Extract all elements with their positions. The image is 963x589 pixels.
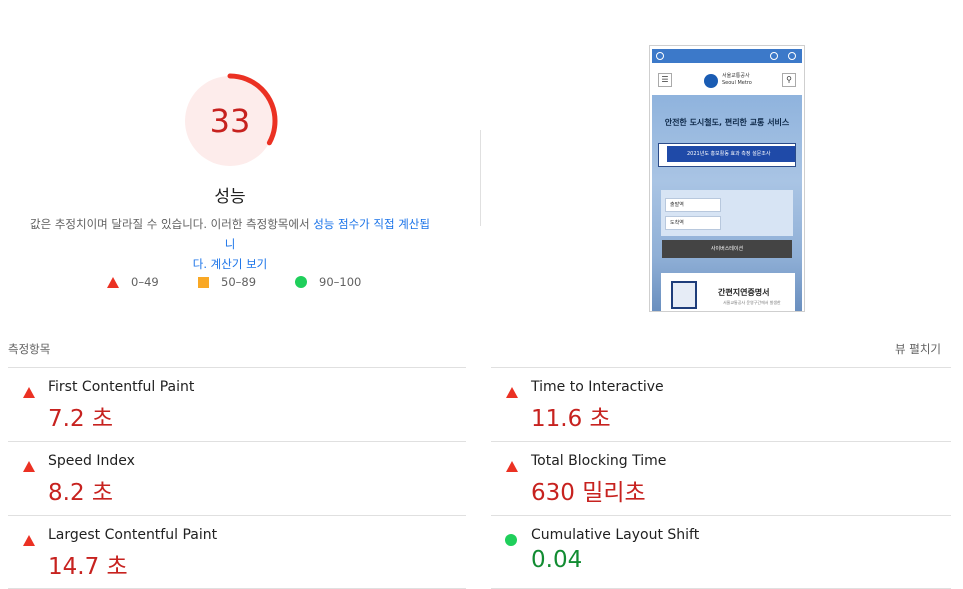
poor-triangle-icon: [23, 457, 35, 476]
screenshot-header: ☰ 서울교통공사 Seoul Metro ⚲: [652, 68, 802, 94]
hamburger-icon: ☰: [658, 73, 672, 87]
good-circle-icon: [505, 531, 517, 550]
expand-view-button[interactable]: 뷰 펼치기: [895, 341, 941, 357]
poor-triangle-icon: [23, 383, 35, 402]
screenshot-banner: 2021년도 홍보활동 효과 측정 설문조사: [658, 143, 796, 167]
screenshot-hero: 안전한 도시철도, 편리한 교통 서비스 2021년도 홍보활동 효과 측정 설…: [652, 95, 802, 311]
search-icon: ⚲: [782, 73, 796, 87]
vertical-divider: [480, 130, 481, 226]
calculator-link[interactable]: 계산기 보기: [211, 257, 268, 271]
metric-speed-index: Speed Index 8.2 초: [8, 441, 466, 515]
performance-score-gauge: 33: [182, 73, 278, 169]
metric-time-to-interactive: Time to Interactive 11.6 초: [491, 367, 951, 441]
legend-good: 90–100: [295, 274, 361, 290]
square-icon: [198, 276, 209, 288]
score-legend: 0–49 50–89 90–100: [0, 274, 460, 290]
poor-triangle-icon: [506, 383, 518, 402]
final-screenshot: ☰ 서울교통공사 Seoul Metro ⚲ 안전한 도시철도, 편리한 교통 …: [649, 45, 805, 312]
screenshot-hero-title: 안전한 도시철도, 편리한 교통 서비스: [664, 118, 790, 127]
metro-logo-icon: [704, 74, 718, 88]
screenshot-arrival-field: 도착역: [665, 216, 721, 230]
certificate-icon: [671, 281, 697, 309]
screenshot-route-panel: 출발역 도착역: [661, 190, 793, 236]
screenshot-cyber-button: 사이버스테이션: [662, 240, 792, 258]
legend-average: 50–89: [198, 274, 256, 290]
metrics-section-label: 측정항목: [8, 342, 51, 356]
metric-largest-contentful-paint: Largest Contentful Paint 14.7 초: [8, 515, 466, 589]
description-text: 값은 추정치이며 달라질 수 있습니다. 이러한 측정항목에서: [30, 217, 314, 231]
metric-first-contentful-paint: First Contentful Paint 7.2 초: [8, 367, 466, 441]
legend-poor: 0–49: [107, 274, 159, 290]
screenshot-logo-text: 서울교통공사 Seoul Metro: [722, 73, 752, 86]
screenshot-topbar: [652, 49, 802, 63]
poor-triangle-icon: [506, 457, 518, 476]
screenshot-card: 간편지연증명서 서울교통공사 운영구간에서 발생한: [661, 273, 795, 311]
triangle-icon: [107, 276, 119, 288]
screenshot-departure-field: 출발역: [665, 198, 721, 212]
circle-icon: [295, 276, 307, 288]
metric-total-blocking-time: Total Blocking Time 630 밀리초: [491, 441, 951, 515]
score-title: 성능: [214, 187, 246, 207]
poor-triangle-icon: [23, 531, 35, 550]
metric-cumulative-layout-shift: Cumulative Layout Shift 0.04: [491, 515, 951, 589]
score-description: 값은 추정치이며 달라질 수 있습니다. 이러한 측정항목에서 성능 점수가 직…: [28, 214, 432, 274]
score-value: 33: [209, 102, 251, 140]
